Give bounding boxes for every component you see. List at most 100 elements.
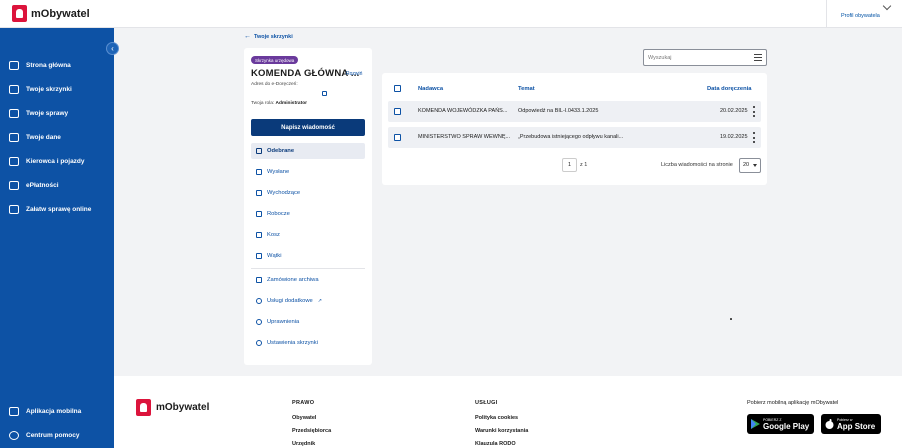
- more-options-icon[interactable]: [753, 106, 756, 117]
- mailbox-icon: [9, 85, 19, 94]
- copy-icon[interactable]: [322, 91, 327, 96]
- sidebar-item-label: ePłatności: [26, 182, 59, 189]
- google-play-icon: [751, 419, 760, 429]
- folder-outbox[interactable]: Wychodzące: [251, 185, 365, 201]
- table-row[interactable]: KOMENDA WOJEWÓDZKA PAŃS... Odpowiedź na …: [388, 101, 761, 122]
- cases-icon: [9, 109, 19, 118]
- sidebar-item-vehicles[interactable]: Kierowca i pojazdy: [9, 157, 85, 166]
- filter-icon[interactable]: [754, 54, 762, 61]
- per-page-value: 20: [743, 162, 750, 168]
- folder-drafts[interactable]: Robocze: [251, 206, 365, 222]
- mailbox-title: KOMENDA GŁÓWNA ...: [251, 68, 360, 79]
- role-info: Twoja rola: Administrator: [251, 101, 307, 106]
- select-all-checkbox[interactable]: [394, 85, 401, 92]
- search-box: [643, 49, 767, 66]
- extra-services-link[interactable]: Usługi dodatkowe ↗: [251, 293, 365, 309]
- footer-law-title: PRAWO: [292, 400, 315, 406]
- phone-icon: [9, 407, 19, 416]
- sidebar-item-mailboxes[interactable]: Twoje skrzynki: [9, 85, 72, 94]
- footer: mObywatel PRAWO Obywatel Przedsiębiorca …: [114, 376, 902, 448]
- collapse-sidebar-button[interactable]: ‹: [106, 42, 119, 55]
- link-label: Ustawienia skrzynki: [267, 340, 318, 346]
- table-row[interactable]: MINISTERSTWO SPRAW WEWNĘ... „Przebudowa …: [388, 127, 761, 148]
- back-link[interactable]: ← Twoje skrzynki: [244, 33, 293, 40]
- app-logo[interactable]: mObywatel: [12, 5, 90, 22]
- ordered-archives-link[interactable]: Zamówione archiwa: [251, 272, 365, 288]
- payments-icon: [9, 181, 19, 190]
- folder-label: Kosz: [267, 232, 280, 238]
- sidebar-item-payments[interactable]: ePłatności: [9, 181, 59, 190]
- search-input[interactable]: [648, 53, 748, 63]
- address-label: Adres do e-Doręczeń:: [251, 82, 298, 87]
- column-header-subject[interactable]: Temat: [518, 86, 535, 92]
- help-icon: [9, 431, 19, 440]
- sidebar-item-label: Strona główna: [26, 62, 71, 69]
- threads-icon: [256, 253, 262, 259]
- link-label: Uprawnienia: [267, 319, 300, 325]
- folder-threads[interactable]: Wątki: [251, 248, 365, 264]
- column-header-sender[interactable]: Nadawca: [418, 86, 443, 92]
- sidebar-item-label: Twoje dane: [26, 134, 61, 141]
- footer-link-citizen[interactable]: Obywatel: [292, 415, 316, 421]
- sidebar-item-data[interactable]: Twoje dane: [9, 133, 61, 142]
- profile-label: Profil obywatela: [841, 13, 880, 19]
- folder-trash[interactable]: Kosz: [251, 227, 365, 243]
- services-icon: [9, 205, 19, 214]
- home-icon: [9, 61, 19, 70]
- footer-link-gdpr[interactable]: Klauzula RODO: [475, 441, 516, 447]
- message-list: Nadawca Temat Data doręczenia KOMENDA WO…: [382, 73, 767, 185]
- row-checkbox[interactable]: [394, 108, 401, 115]
- footer-services-title: USŁUGI: [475, 400, 498, 406]
- sent-icon: [256, 169, 262, 175]
- sidebar-item-cases[interactable]: Twoje sprawy: [9, 109, 68, 118]
- expand-link[interactable]: Rozwiń: [346, 71, 362, 77]
- arrow-left-icon: ←: [244, 33, 251, 40]
- row-checkbox[interactable]: [394, 134, 401, 141]
- profile-switcher[interactable]: Profil obywatela: [826, 0, 902, 28]
- row-date: 20.02.2025: [720, 108, 748, 114]
- sidebar-item-help[interactable]: Centrum pomocy: [9, 431, 79, 440]
- sidebar-item-mobile-app[interactable]: Aplikacja mobilna: [9, 407, 81, 416]
- footer-link-entrepreneur[interactable]: Przedsiębiorca: [292, 428, 331, 434]
- sidebar-item-label: Twoje skrzynki: [26, 86, 72, 93]
- sidebar-item-label: Aplikacja mobilna: [26, 408, 82, 415]
- folder-label: Wątki: [267, 253, 282, 259]
- app-store-badge[interactable]: Pobierz w App Store: [821, 414, 881, 434]
- eagle-emblem-icon: [12, 5, 27, 22]
- permissions-link[interactable]: Uprawnienia: [251, 314, 365, 330]
- write-message-button[interactable]: Napisz wiadomość: [251, 119, 365, 136]
- permissions-icon: [256, 319, 262, 325]
- footer-link-terms[interactable]: Warunki korzystania: [475, 428, 528, 434]
- row-sender: KOMENDA WOJEWÓDZKA PAŃS...: [418, 108, 508, 114]
- google-play-main-text: Google Play: [763, 421, 810, 431]
- archive-icon: [256, 277, 262, 283]
- role-value: Administrator: [275, 101, 307, 106]
- footer-link-cookies[interactable]: Polityka cookies: [475, 415, 518, 421]
- caret-down-icon: [753, 164, 757, 167]
- row-sender: MINISTERSTWO SPRAW WEWNĘ...: [418, 134, 511, 140]
- column-header-date[interactable]: Data doręczenia: [707, 86, 751, 92]
- folder-sent[interactable]: Wysłane: [251, 164, 365, 180]
- extra-services-icon: [256, 298, 262, 304]
- sidebar-item-services[interactable]: Załatw sprawę online: [9, 205, 91, 214]
- sidebar-item-home[interactable]: Strona główna: [9, 61, 71, 70]
- stray-dot: [730, 318, 732, 320]
- page-count: z 1: [580, 162, 588, 168]
- trash-icon: [256, 232, 262, 238]
- folder-inbox[interactable]: Odebrane: [251, 143, 365, 159]
- outbox-icon: [256, 190, 262, 196]
- footer-logo[interactable]: mObywatel: [136, 399, 209, 416]
- sidebar-item-label: Twoje sprawy: [26, 110, 69, 117]
- sidebar-item-label: Centrum pomocy: [26, 432, 80, 439]
- mailbox-panel: Skrzynka urzędowa KOMENDA GŁÓWNA ... Roz…: [244, 48, 372, 365]
- google-play-badge[interactable]: POBIERZ Z Google Play: [747, 414, 814, 434]
- per-page-select[interactable]: 20: [739, 158, 761, 173]
- footer-app-name: mObywatel: [156, 402, 210, 413]
- sidebar-item-label: Załatw sprawę online: [26, 206, 92, 213]
- more-options-icon[interactable]: [753, 132, 756, 143]
- settings-icon: [256, 340, 262, 346]
- mailbox-settings-link[interactable]: Ustawienia skrzynki: [251, 335, 365, 351]
- page-number-input[interactable]: 1: [562, 158, 577, 172]
- footer-link-official[interactable]: Urzędnik: [292, 441, 315, 447]
- row-subject: „Przebudowa istniejącego odpływu kanali.…: [518, 134, 624, 140]
